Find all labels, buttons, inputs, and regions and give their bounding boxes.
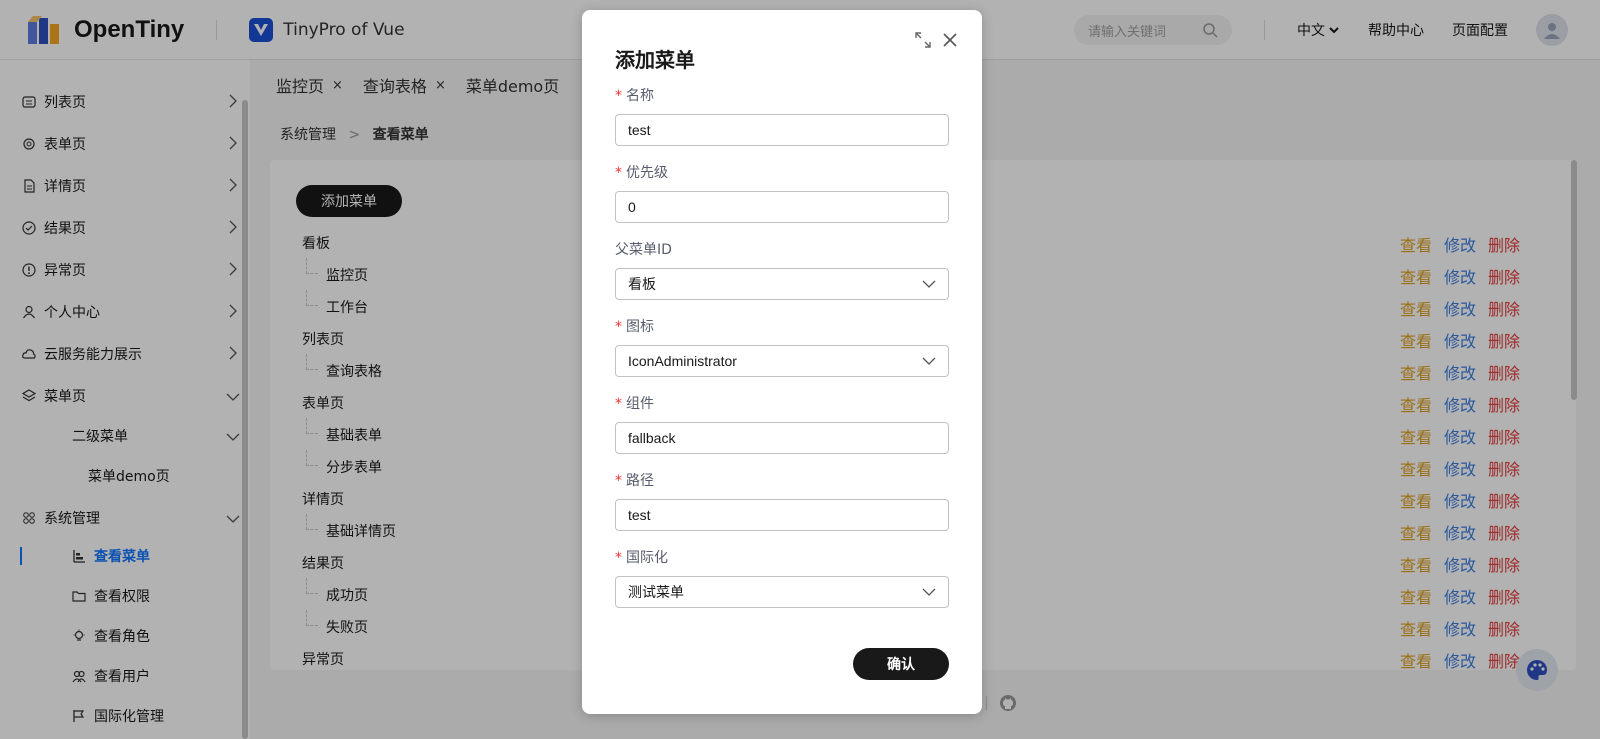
confirm-button[interactable]: 确认 [853,648,949,680]
path-field[interactable]: test [615,499,949,531]
required-mark: * [615,165,622,181]
priority-value: 0 [628,199,636,215]
chevron-down-icon [922,588,936,596]
close-icon[interactable] [942,32,958,48]
locale-value: 测试菜单 [628,584,684,600]
required-mark: * [615,88,622,104]
priority-field[interactable]: 0 [615,191,949,223]
name-value: test [628,122,651,138]
parent-id-select[interactable]: 看板 [615,268,949,300]
component-field[interactable]: fallback [615,422,949,454]
path-label: * 路径 [615,473,654,489]
priority-label: * 优先级 [615,165,668,181]
icon-label: * 图标 [615,319,654,335]
required-mark: * [615,319,622,335]
required-mark: * [615,396,622,412]
locale-label: * 国际化 [615,550,668,566]
icon-value: IconAdministrator [628,353,737,369]
required-mark: * [615,473,622,489]
chevron-down-icon [922,357,936,365]
path-value: test [628,507,651,523]
icon-select[interactable]: IconAdministrator [615,345,949,377]
add-menu-dialog: 添加菜单 * 名称 test * 优先级 0 父菜单ID 看板 * 图标 IconAd… [582,10,982,714]
dialog-title: 添加菜单 [615,48,695,72]
component-value: fallback [628,430,676,446]
parent-id-label: 父菜单ID [615,242,672,258]
parent-id-value: 看板 [628,276,656,292]
component-label: * 组件 [615,396,654,412]
chevron-down-icon [922,280,936,288]
name-field[interactable]: test [615,114,949,146]
expand-icon[interactable] [914,31,932,49]
locale-select[interactable]: 测试菜单 [615,576,949,608]
required-mark: * [615,550,622,566]
name-label: * 名称 [615,88,654,104]
